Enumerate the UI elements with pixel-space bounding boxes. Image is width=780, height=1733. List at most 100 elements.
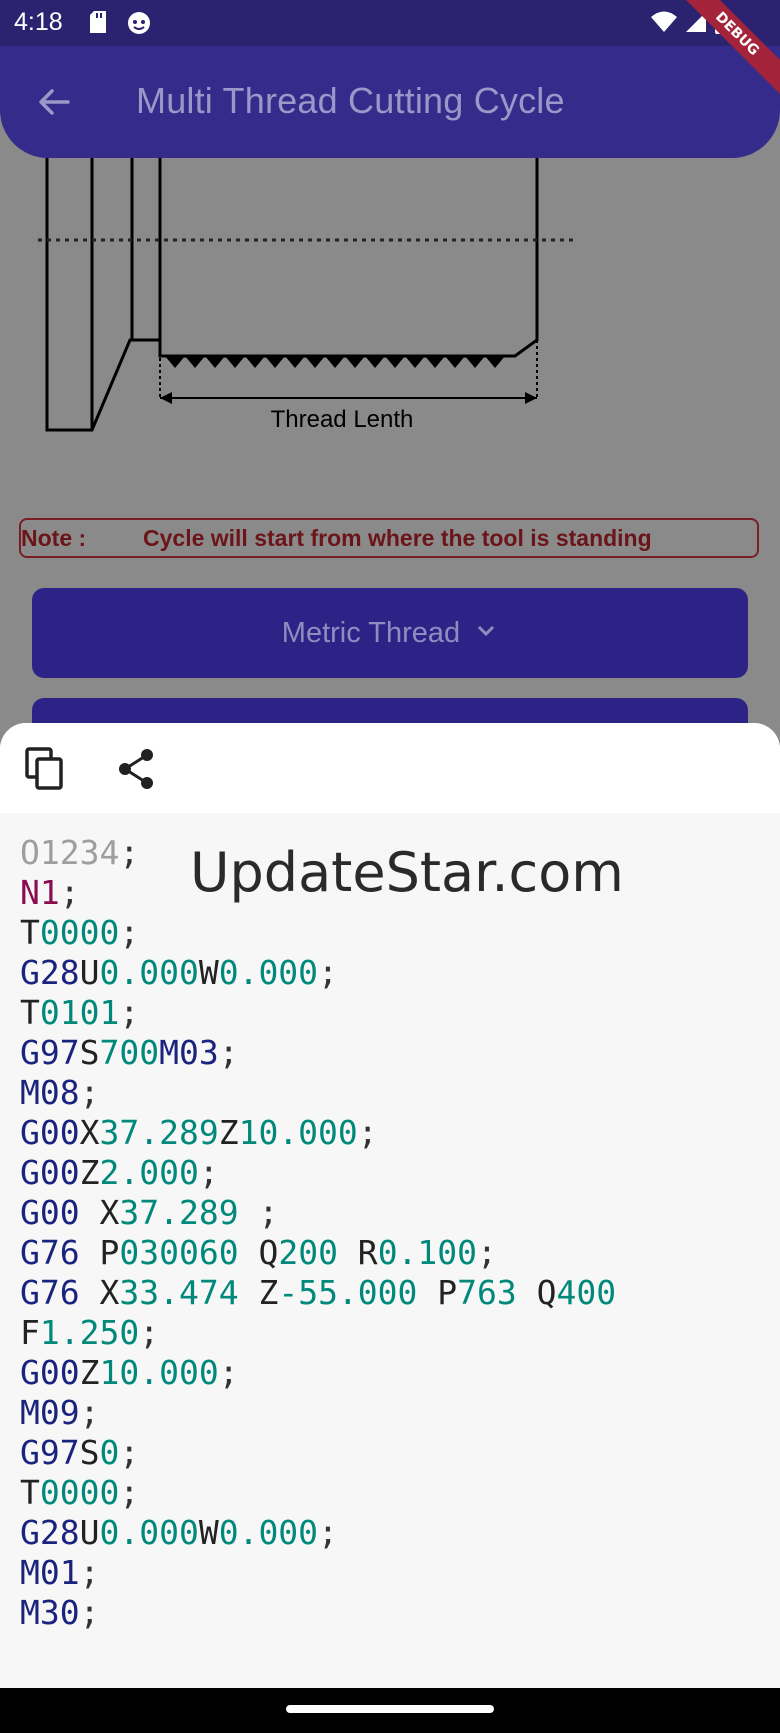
code-token: -55.000	[278, 1273, 418, 1312]
diagram-thread-teeth	[165, 356, 505, 368]
code-token: 10.000	[238, 1113, 358, 1152]
code-token: G00	[20, 1193, 100, 1232]
code-line: M01;	[20, 1553, 616, 1593]
home-gesture-handle[interactable]	[286, 1705, 494, 1713]
code-token: N1	[20, 873, 60, 912]
code-token: 0000	[39, 913, 120, 952]
diagram-thread-length-label: Thread Lenth	[271, 406, 414, 433]
code-token: ;	[477, 1233, 497, 1272]
thread-type-label: Metric Thread	[281, 617, 461, 649]
code-token: Q	[516, 1273, 557, 1312]
code-token: S	[79, 1033, 100, 1072]
sd-card-icon	[88, 10, 108, 38]
code-line: T0000;	[20, 1473, 616, 1513]
code-token: 2.000	[99, 1153, 199, 1192]
app-bar: Multi Thread Cutting Cycle	[0, 46, 780, 158]
copy-icon[interactable]	[24, 747, 66, 795]
code-token: M30	[20, 1593, 80, 1632]
note-text: Cycle will start from where the tool is …	[143, 525, 652, 551]
code-token: ;	[119, 993, 140, 1032]
code-token: 0.100	[377, 1233, 478, 1272]
code-token: G76	[20, 1273, 100, 1312]
code-token: 700	[99, 1033, 160, 1072]
gcode-program[interactable]: O1234; N1; T0000; G28U0.000W0.000; T0101; G97…	[20, 833, 616, 1633]
code-line: G00X37.289Z10.000;	[20, 1113, 616, 1153]
code-line: G97S0;	[20, 1433, 616, 1473]
code-token: Z	[218, 1113, 239, 1152]
thread-diagram: Thread Lenth	[38, 158, 578, 433]
code-token: ;	[238, 1193, 279, 1232]
code-token: P	[99, 1233, 120, 1272]
code-token: Z	[79, 1353, 100, 1392]
code-token: 1.250	[39, 1313, 140, 1352]
thread-type-dropdown[interactable]: Metric Thread	[32, 588, 748, 678]
diagram-part-outline	[158, 158, 539, 358]
code-token: 0.000	[99, 953, 199, 992]
share-icon[interactable]	[116, 747, 156, 795]
note-box: Note : Cycle will start from where the t…	[19, 518, 759, 558]
code-token: ;	[119, 913, 140, 952]
code-line: G28U0.000W0.000;	[20, 953, 616, 993]
code-token: ;	[119, 833, 140, 872]
code-token: W	[198, 953, 219, 992]
code-line: G76 P030060 Q200 R0.100;	[20, 1233, 616, 1273]
code-line: T0101;	[20, 993, 616, 1033]
code-token: U	[79, 953, 100, 992]
code-token: T	[20, 993, 40, 1032]
code-token: 0.000	[99, 1513, 199, 1552]
code-token: 0	[99, 1433, 120, 1472]
status-time: 4:18	[14, 8, 63, 36]
code-token: ;	[218, 1353, 239, 1392]
code-token: ;	[79, 1393, 100, 1432]
code-line: G00 X37.289 ;	[20, 1193, 616, 1233]
code-token: G00	[20, 1353, 80, 1392]
code-line: G00Z2.000;	[20, 1153, 616, 1193]
status-bar: 4:18	[0, 0, 780, 46]
diagram-chuck-outline	[45, 158, 162, 432]
code-token: 030060	[119, 1233, 239, 1272]
code-line: T0000;	[20, 913, 616, 953]
code-token: 10.000	[99, 1353, 219, 1392]
code-line: G00Z10.000;	[20, 1353, 616, 1393]
code-token: Z	[79, 1153, 100, 1192]
code-token: 37.289	[119, 1193, 239, 1232]
code-token: ;	[318, 1513, 338, 1552]
wifi-icon	[650, 10, 678, 38]
chevron-down-icon	[474, 589, 498, 679]
code-token: O1234	[20, 833, 120, 872]
code-token: 0.000	[218, 953, 319, 992]
code-token: ;	[357, 1113, 378, 1152]
code-token: W	[198, 1513, 219, 1552]
code-token: M08	[20, 1073, 80, 1112]
code-token: G97	[20, 1433, 80, 1472]
code-token: ;	[119, 1473, 140, 1512]
sheet-toolbar	[0, 723, 780, 813]
code-token: T	[20, 1473, 40, 1512]
code-token: S	[79, 1433, 100, 1472]
code-token: U	[79, 1513, 100, 1552]
code-token: ;	[79, 1593, 100, 1632]
code-token: 400	[556, 1273, 617, 1312]
arrow-left-icon[interactable]	[34, 82, 74, 126]
code-token: M01	[20, 1553, 80, 1592]
code-token: Q	[238, 1233, 279, 1272]
code-token: R	[337, 1233, 378, 1272]
code-bottom-sheet: O1234; N1; T0000; G28U0.000W0.000; T0101; G97…	[0, 723, 780, 1688]
code-token: ;	[119, 1433, 140, 1472]
watermark: UpdateStar.com	[190, 841, 624, 904]
code-line: G97S700M03;	[20, 1033, 616, 1073]
code-token: G28	[20, 953, 80, 992]
code-token: G00	[20, 1113, 80, 1152]
code-token: ;	[79, 1073, 100, 1112]
code-line: M30;	[20, 1593, 616, 1633]
code-token: ;	[59, 873, 80, 912]
code-token: Z	[238, 1273, 279, 1312]
code-token: ;	[198, 1153, 219, 1192]
code-token: 0101	[39, 993, 120, 1032]
code-token: X	[79, 1113, 100, 1152]
code-line: M08;	[20, 1073, 616, 1113]
code-token: ;	[79, 1553, 100, 1592]
page-title: Multi Thread Cutting Cycle	[136, 80, 565, 121]
code-token: M09	[20, 1393, 80, 1432]
code-token: T	[20, 913, 40, 952]
